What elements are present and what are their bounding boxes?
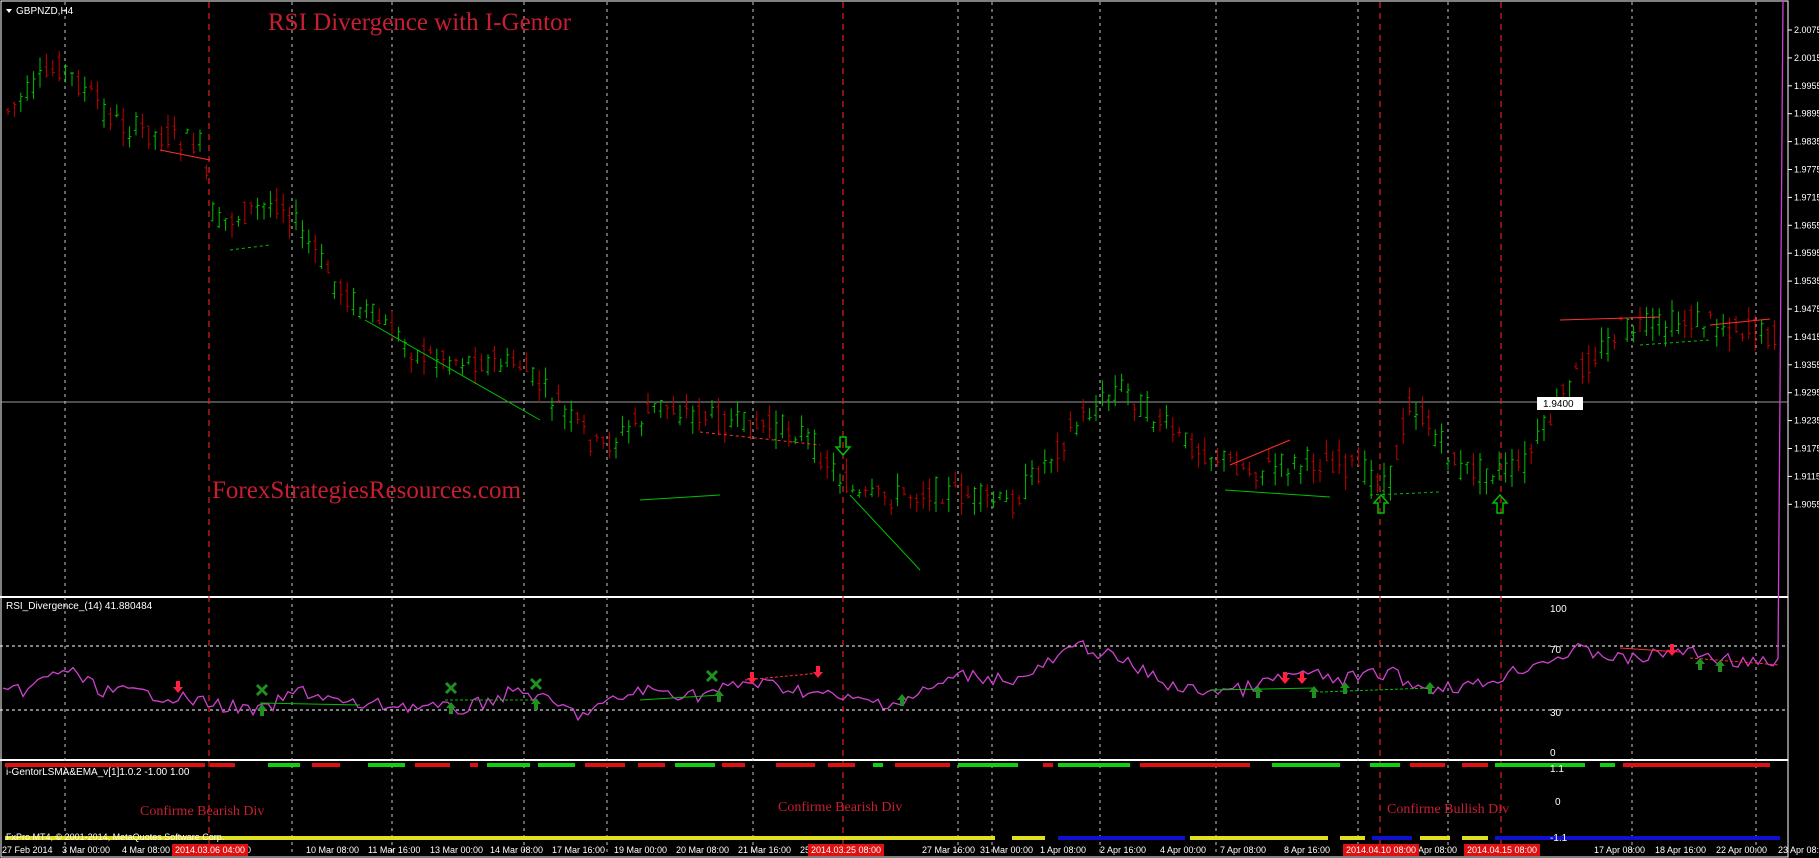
time-axis: 27 Feb 20143 Mar 00:004 Mar 08:007 Mar 0… <box>2 844 1819 856</box>
buy-arrow-icon <box>446 702 456 714</box>
rsi-polyline <box>2 0 1784 722</box>
time-label: 17 Apr 08:00 <box>1594 845 1645 855</box>
time-label: 11 Mar 16:00 <box>368 845 420 855</box>
buy-arrow-icon <box>714 690 724 702</box>
price-label: 1.9715 <box>1794 192 1819 202</box>
price-label: 1.9895 <box>1794 109 1819 119</box>
divergence-line-0 <box>159 149 211 161</box>
time-label: 4 Apr 00:00 <box>1160 845 1206 855</box>
time-label: 20 Mar 08:00 <box>676 845 729 855</box>
time-label: 27 Feb 2014 <box>2 845 53 855</box>
time-label: 8 Apr 16:00 <box>1284 845 1330 855</box>
price-label: 2.0015 <box>1794 53 1819 63</box>
price-label: 1.9235 <box>1794 416 1819 426</box>
divergence-line-7 <box>1224 489 1331 498</box>
divergence-line-9 <box>1559 316 1661 321</box>
time-highlight: 2014.04.10 08:00 <box>1346 845 1416 855</box>
divergence-lines <box>159 149 1771 571</box>
annotation-bearish-1: Confirme Bearish Div <box>140 804 264 819</box>
sell-arrow-icon <box>173 681 183 693</box>
cross-icon <box>444 681 458 695</box>
price-label: 1.9955 <box>1794 81 1819 91</box>
time-label: 27 Mar 16:00 <box>922 845 975 855</box>
time-label: 1 Apr 08:00 <box>1040 845 1086 855</box>
divergence-line-5 <box>849 494 921 571</box>
buy-arrow-icon <box>1253 686 1263 698</box>
trading-chart[interactable]: 2.0075 2.0015 1.9955 1.9895 1.9835 1.9775 1.97… <box>0 0 1819 858</box>
divergence-line-10 <box>1709 318 1771 326</box>
price-label: 1.9835 <box>1794 137 1819 147</box>
time-label: 2 Apr 16:00 <box>1100 845 1146 855</box>
time-label: 4 Mar 08:00 <box>122 845 170 855</box>
price-label: 1.9655 <box>1794 220 1819 230</box>
divergence-line-1 <box>229 244 271 251</box>
annotation-bearish-2: Confirme Bearish Div <box>778 800 902 815</box>
price-label: 1.9355 <box>1794 360 1819 370</box>
igentor-level-zero: 0 <box>1555 797 1561 808</box>
time-label: 14 Mar 08:00 <box>490 845 543 855</box>
rsi-panel-label: RSI_Divergence_(14) 41.880484 <box>6 601 153 612</box>
time-label: 10 Mar 08:00 <box>306 845 359 855</box>
time-label: 22 Apr 00:00 <box>1716 845 1767 855</box>
price-axis: 2.0075 2.0015 1.9955 1.9895 1.9835 1.9775 1.97… <box>1788 25 1819 509</box>
divergence-line-3 <box>639 494 721 501</box>
cross-icon <box>255 683 269 697</box>
time-label: 21 Mar 16:00 <box>738 845 791 855</box>
sell-arrow-icon <box>813 666 823 678</box>
igentor-level-neg: -1.1 <box>1550 833 1568 844</box>
annotation-bullish: Confirme Bullish Div <box>1387 802 1509 817</box>
price-label: 1.9415 <box>1794 332 1819 342</box>
cross-icon <box>529 677 543 691</box>
price-label: 1.9295 <box>1794 388 1819 398</box>
chart-border <box>0 0 1789 858</box>
price-label: 1.9115 <box>1794 471 1819 481</box>
time-highlight: 2014.03.06 04:00 <box>175 845 245 855</box>
symbol-label: GBPNZD,H4 <box>16 6 74 17</box>
time-label: 7 Apr 08:00 <box>1220 845 1266 855</box>
price-label: 1.9055 <box>1794 499 1819 509</box>
igentor-panel-label: i-GentorLSMA&EMA_v[1]1.0.2 -1.00 1.00 <box>6 767 190 778</box>
divergence-line-11 <box>1639 339 1711 346</box>
time-label: 18 Apr 16:00 <box>1655 845 1706 855</box>
time-highlight: 2014.03.25 08:00 <box>811 845 881 855</box>
copyright: FxPro MT4, © 2001-2014, MetaQuotes Softw… <box>6 832 224 842</box>
rsi-level-100: 100 <box>1550 604 1567 615</box>
rsi-level-0: 0 <box>1550 748 1556 759</box>
rsi-level-70: 70 <box>1550 645 1562 656</box>
divergence-line-2 <box>364 319 541 421</box>
price-label: 1.9475 <box>1794 304 1819 314</box>
price-candles[interactable] <box>6 50 1777 519</box>
vertical-grid <box>64 2 1757 856</box>
rsi-level-30: 30 <box>1550 708 1562 719</box>
price-label: 1.9175 <box>1794 444 1819 454</box>
current-price-label: 1.9400 <box>1543 399 1574 410</box>
price-label: 1.9595 <box>1794 248 1819 258</box>
time-label: 17 Mar 16:00 <box>552 845 605 855</box>
cross-icon <box>705 669 719 683</box>
watermark: ForexStrategiesResources.com <box>212 477 522 504</box>
time-label: 13 Mar 00:00 <box>430 845 483 855</box>
igentor-level-pos: 1.1 <box>1550 764 1564 775</box>
rsi-divergence-line-3 <box>744 672 821 681</box>
up-arrow-icon <box>1491 493 1509 514</box>
up-arrow-icon <box>1372 493 1390 514</box>
time-label: 3 Mar 00:00 <box>62 845 110 855</box>
price-label: 1.9775 <box>1794 165 1819 175</box>
buy-arrow-icon <box>1715 660 1725 672</box>
time-label: 23 Apr 08:0 <box>1778 845 1819 855</box>
chart-title: RSI Divergence with I-Gentor <box>268 9 572 36</box>
chart-frame <box>0 0 1789 858</box>
price-label: 1.9535 <box>1794 276 1819 286</box>
buy-arrow-icon <box>1695 658 1705 670</box>
divergence-line-6 <box>1229 439 1291 466</box>
time-label: 19 Mar 00:00 <box>614 845 667 855</box>
symbol-dropdown-icon[interactable] <box>6 9 12 13</box>
time-highlight: 2014.04.15 08:00 <box>1467 845 1537 855</box>
price-label: 2.0075 <box>1794 25 1819 35</box>
time-label: 31 Mar 00:00 <box>980 845 1033 855</box>
time-label: Apr 08:00 <box>1418 845 1457 855</box>
rsi-line <box>2 0 1784 722</box>
